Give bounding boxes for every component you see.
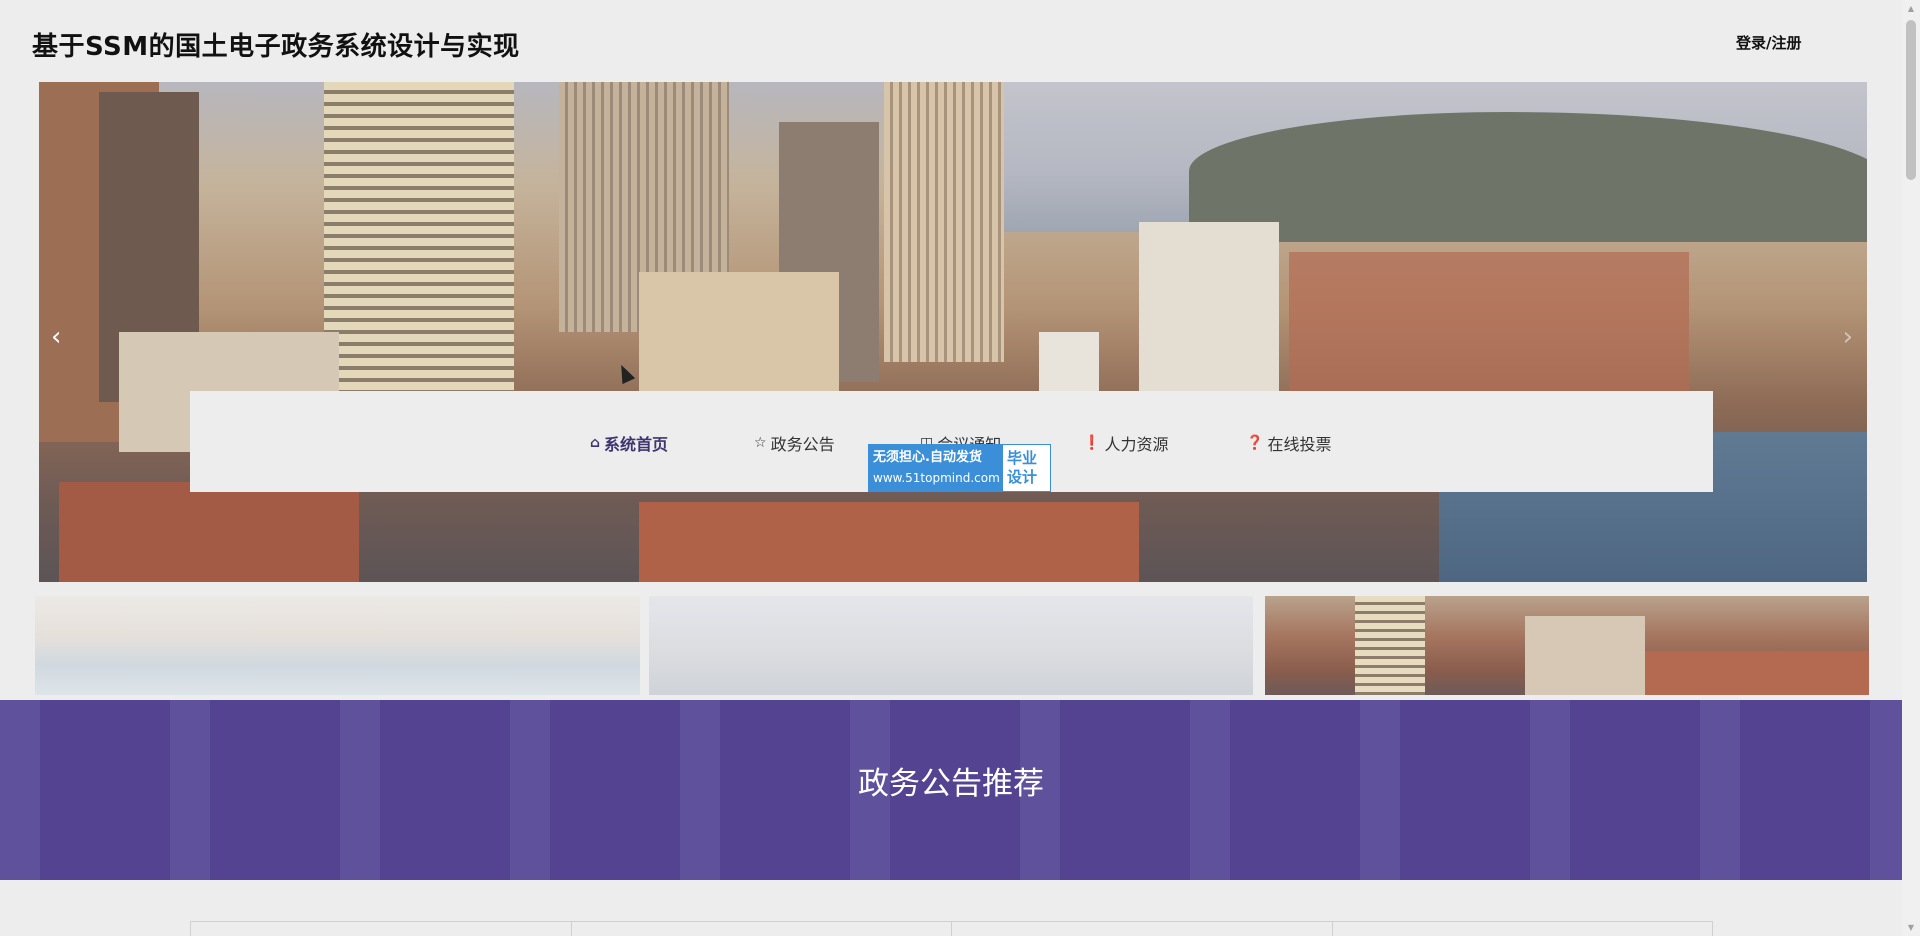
scrollbar[interactable]: ▲ ▼ xyxy=(1902,0,1920,936)
banner-building xyxy=(324,82,514,402)
home-icon: ⌂ xyxy=(590,435,601,451)
watermark-left: 无须担心.自动发货 www.51topmind.com xyxy=(869,445,1003,491)
section-banner: 政务公告推荐 xyxy=(0,700,1902,880)
banner-building xyxy=(1289,252,1689,392)
banner-hills xyxy=(1189,112,1867,242)
hero-carousel[interactable]: ‹ › xyxy=(39,82,1867,582)
scroll-down-icon[interactable]: ▼ xyxy=(1902,919,1920,936)
card[interactable] xyxy=(190,922,571,936)
watermark-line1: 无须担心.自动发货 xyxy=(873,450,982,465)
site-header: 基于SSM的国土电子政务系统设计与实现 登录/注册 xyxy=(0,0,1902,80)
question-circle-icon: ❓ xyxy=(1246,435,1264,451)
nav-item-label: 在线投票 xyxy=(1267,435,1332,454)
watermark-badge: 无须担心.自动发货 www.51topmind.com 毕业设计 xyxy=(868,444,1051,492)
banner-building xyxy=(59,482,359,582)
thumb-building xyxy=(1355,596,1425,695)
exclamation-circle-icon: ❗ xyxy=(1083,435,1101,451)
card[interactable] xyxy=(1331,922,1713,936)
nav-item-home[interactable]: ⌂ 系统首页 xyxy=(590,431,668,455)
login-register-link[interactable]: 登录/注册 xyxy=(1736,32,1801,53)
thumb-building xyxy=(1525,616,1645,695)
thumb-building xyxy=(1645,651,1869,695)
card[interactable] xyxy=(570,922,952,936)
nav-item-label: 人力资源 xyxy=(1104,435,1169,454)
nav-item-voting[interactable]: ❓ 在线投票 xyxy=(1246,431,1331,455)
nav-item-label: 政务公告 xyxy=(770,435,835,454)
nav-item-announcements[interactable]: ☆ 政务公告 xyxy=(754,431,835,455)
scroll-up-icon[interactable]: ▲ xyxy=(1902,0,1920,17)
chevron-left-icon[interactable]: ‹ xyxy=(51,322,61,352)
carousel-thumbnail[interactable] xyxy=(649,596,1253,695)
chevron-right-icon[interactable]: › xyxy=(1843,322,1853,352)
nav-item-label: 系统首页 xyxy=(604,435,669,454)
section-title: 政务公告推荐 xyxy=(858,766,1044,802)
star-icon: ☆ xyxy=(754,435,767,451)
card-row xyxy=(190,921,1713,936)
watermark-url: www.51topmind.com xyxy=(873,471,1000,485)
banner-building xyxy=(639,502,1139,582)
banner-building xyxy=(884,82,1004,362)
site-title: 基于SSM的国土电子政务系统设计与实现 xyxy=(32,32,520,62)
card[interactable] xyxy=(951,922,1332,936)
carousel-thumbnail[interactable] xyxy=(1265,596,1869,695)
carousel-thumbnail[interactable] xyxy=(35,596,640,695)
banner-building xyxy=(1139,222,1279,402)
scrollbar-thumb[interactable] xyxy=(1906,20,1916,180)
watermark-right: 毕业设计 xyxy=(1003,445,1050,491)
nav-item-hr[interactable]: ❗ 人力资源 xyxy=(1083,431,1168,455)
